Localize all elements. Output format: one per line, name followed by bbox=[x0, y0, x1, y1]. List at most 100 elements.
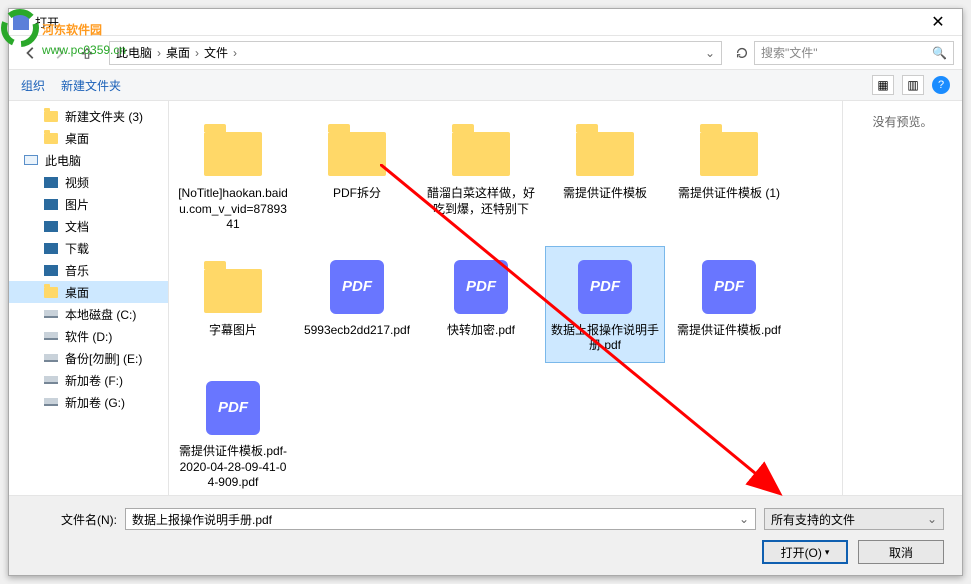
tree-label: 新加卷 (F:) bbox=[65, 372, 123, 389]
tree-item-下载[interactable]: 下载 bbox=[9, 237, 168, 259]
tree-label: 音乐 bbox=[65, 262, 89, 279]
tree-item-新加卷 (G:)[interactable]: 新加卷 (G:) bbox=[9, 391, 168, 413]
folder-icon bbox=[43, 284, 59, 300]
nav-back[interactable] bbox=[17, 41, 45, 65]
help-button[interactable]: ? bbox=[932, 76, 950, 94]
tree-item-文档[interactable]: 文档 bbox=[9, 215, 168, 237]
filename-input[interactable]: 数据上报操作说明手册.pdf ⌄ bbox=[125, 508, 756, 530]
search-input[interactable]: 搜索"文件" 🔍 bbox=[754, 41, 954, 65]
breadcrumb-item[interactable]: 桌面 bbox=[166, 44, 190, 61]
tree-label: 此电脑 bbox=[45, 152, 81, 169]
tree-label: 下载 bbox=[65, 240, 89, 257]
file-label: 快转加密.pdf bbox=[447, 323, 515, 339]
tree-item-图片[interactable]: 图片 bbox=[9, 193, 168, 215]
tree-item-备份[勿删] (E:)[interactable]: 备份[勿删] (E:) bbox=[9, 347, 168, 369]
file-label: 醋溜白菜这样做，好吃到爆，还特别下 bbox=[426, 186, 536, 217]
chevron-right-icon: › bbox=[195, 46, 199, 60]
search-placeholder: 搜索"文件" bbox=[761, 44, 818, 61]
search-icon: 🔍 bbox=[932, 46, 947, 60]
open-button[interactable]: 打开(O)▾ bbox=[762, 540, 848, 564]
file-label: 5993ecb2dd217.pdf bbox=[304, 323, 410, 339]
file-item[interactable]: 需提供证件模板 bbox=[545, 109, 665, 242]
file-item[interactable]: PDF 数据上报操作说明手册.pdf bbox=[545, 246, 665, 363]
folder-icon bbox=[697, 118, 761, 182]
tree-item-桌面[interactable]: 桌面 bbox=[9, 281, 168, 303]
file-label: 需提供证件模板.pdf-2020-04-28-09-41-04-909.pdf bbox=[178, 444, 288, 491]
pdf-icon: PDF bbox=[201, 376, 265, 440]
filename-label: 文件名(N): bbox=[27, 511, 117, 528]
drive-icon bbox=[43, 328, 59, 344]
pdf-icon: PDF bbox=[573, 255, 637, 319]
tree-label: 图片 bbox=[65, 196, 89, 213]
file-item[interactable]: [NoTitle]haokan.baidu.com_v_vid=8789341 bbox=[173, 109, 293, 242]
breadcrumb-root[interactable]: 此电脑 bbox=[116, 44, 152, 61]
tree-label: 新加卷 (G:) bbox=[65, 394, 125, 411]
tree-label: 文档 bbox=[65, 218, 89, 235]
nav-forward[interactable] bbox=[45, 41, 73, 65]
chevron-right-icon: › bbox=[157, 46, 161, 60]
file-item[interactable]: PDF拆分 bbox=[297, 109, 417, 242]
folder-icon bbox=[43, 108, 59, 124]
file-label: 数据上报操作说明手册.pdf bbox=[550, 323, 660, 354]
app-icon bbox=[13, 14, 29, 30]
tree-label: 软件 (D:) bbox=[65, 328, 112, 345]
pdf-icon: PDF bbox=[449, 255, 513, 319]
media-icon bbox=[43, 262, 59, 278]
file-label: PDF拆分 bbox=[333, 186, 381, 202]
window-title: 打开 bbox=[35, 14, 59, 31]
file-item[interactable]: PDF 快转加密.pdf bbox=[421, 246, 541, 363]
breadcrumb-item[interactable]: 文件 bbox=[204, 44, 228, 61]
new-folder-button[interactable]: 新建文件夹 bbox=[61, 77, 121, 94]
tree-item-软件 (D:)[interactable]: 软件 (D:) bbox=[9, 325, 168, 347]
tree-label: 新建文件夹 (3) bbox=[65, 108, 143, 125]
file-label: 需提供证件模板.pdf bbox=[677, 323, 781, 339]
tree-item-桌面[interactable]: 桌面 bbox=[9, 127, 168, 149]
preview-pane-button[interactable]: ▥ bbox=[902, 75, 924, 95]
file-label: 字幕图片 bbox=[209, 323, 257, 339]
refresh-button[interactable] bbox=[730, 41, 754, 65]
folder-icon bbox=[325, 118, 389, 182]
chevron-down-icon[interactable]: ⌄ bbox=[739, 512, 749, 526]
tree-item-视频[interactable]: 视频 bbox=[9, 171, 168, 193]
file-list[interactable]: [NoTitle]haokan.baidu.com_v_vid=8789341P… bbox=[169, 101, 842, 495]
drive-icon bbox=[43, 372, 59, 388]
drive-icon bbox=[43, 350, 59, 366]
chevron-right-icon: › bbox=[233, 46, 237, 60]
drive-icon bbox=[43, 306, 59, 322]
tree-item-音乐[interactable]: 音乐 bbox=[9, 259, 168, 281]
file-item[interactable]: PDF需提供证件模板.pdf-2020-04-28-09-41-04-909.p… bbox=[173, 367, 293, 495]
folder-icon bbox=[449, 118, 513, 182]
chevron-down-icon[interactable]: ⌄ bbox=[705, 46, 715, 60]
tree-item-新加卷 (F:)[interactable]: 新加卷 (F:) bbox=[9, 369, 168, 391]
chevron-down-icon[interactable]: ⌄ bbox=[927, 512, 937, 526]
breadcrumb[interactable]: 此电脑 › 桌面 › 文件 › ⌄ bbox=[109, 41, 722, 65]
tree-item-本地磁盘 (C:)[interactable]: 本地磁盘 (C:) bbox=[9, 303, 168, 325]
tree-label: 桌面 bbox=[65, 284, 89, 301]
tree-label: 桌面 bbox=[65, 130, 89, 147]
view-mode-button[interactable]: ▦ bbox=[872, 75, 894, 95]
tree-item-此电脑[interactable]: 此电脑 bbox=[9, 149, 168, 171]
nav-up[interactable] bbox=[73, 41, 101, 65]
organize-menu[interactable]: 组织 bbox=[21, 77, 45, 94]
file-item[interactable]: 字幕图片 bbox=[173, 246, 293, 363]
preview-pane: 没有预览。 bbox=[842, 101, 962, 495]
tree-item-新建文件夹 (3)[interactable]: 新建文件夹 (3) bbox=[9, 105, 168, 127]
folder-icon bbox=[201, 255, 265, 319]
media-icon bbox=[43, 174, 59, 190]
navigation-tree: 新建文件夹 (3)桌面此电脑视频图片文档下载音乐桌面本地磁盘 (C:)软件 (D… bbox=[9, 101, 169, 495]
cancel-button[interactable]: 取消 bbox=[858, 540, 944, 564]
folder-icon bbox=[573, 118, 637, 182]
media-icon bbox=[43, 196, 59, 212]
file-item[interactable]: PDF需提供证件模板.pdf bbox=[669, 246, 789, 363]
file-type-filter[interactable]: 所有支持的文件 ⌄ bbox=[764, 508, 944, 530]
folder-icon bbox=[43, 130, 59, 146]
file-item[interactable]: 醋溜白菜这样做，好吃到爆，还特别下 bbox=[421, 109, 541, 242]
file-item[interactable]: PDF5993ecb2dd217.pdf bbox=[297, 246, 417, 363]
preview-text: 没有预览。 bbox=[855, 113, 950, 130]
file-label: 需提供证件模板 (1) bbox=[678, 186, 780, 202]
folder-icon bbox=[201, 118, 265, 182]
filename-value: 数据上报操作说明手册.pdf bbox=[132, 511, 272, 528]
close-button[interactable]: ✕ bbox=[918, 9, 958, 35]
media-icon bbox=[43, 240, 59, 256]
file-item[interactable]: 需提供证件模板 (1) bbox=[669, 109, 789, 242]
